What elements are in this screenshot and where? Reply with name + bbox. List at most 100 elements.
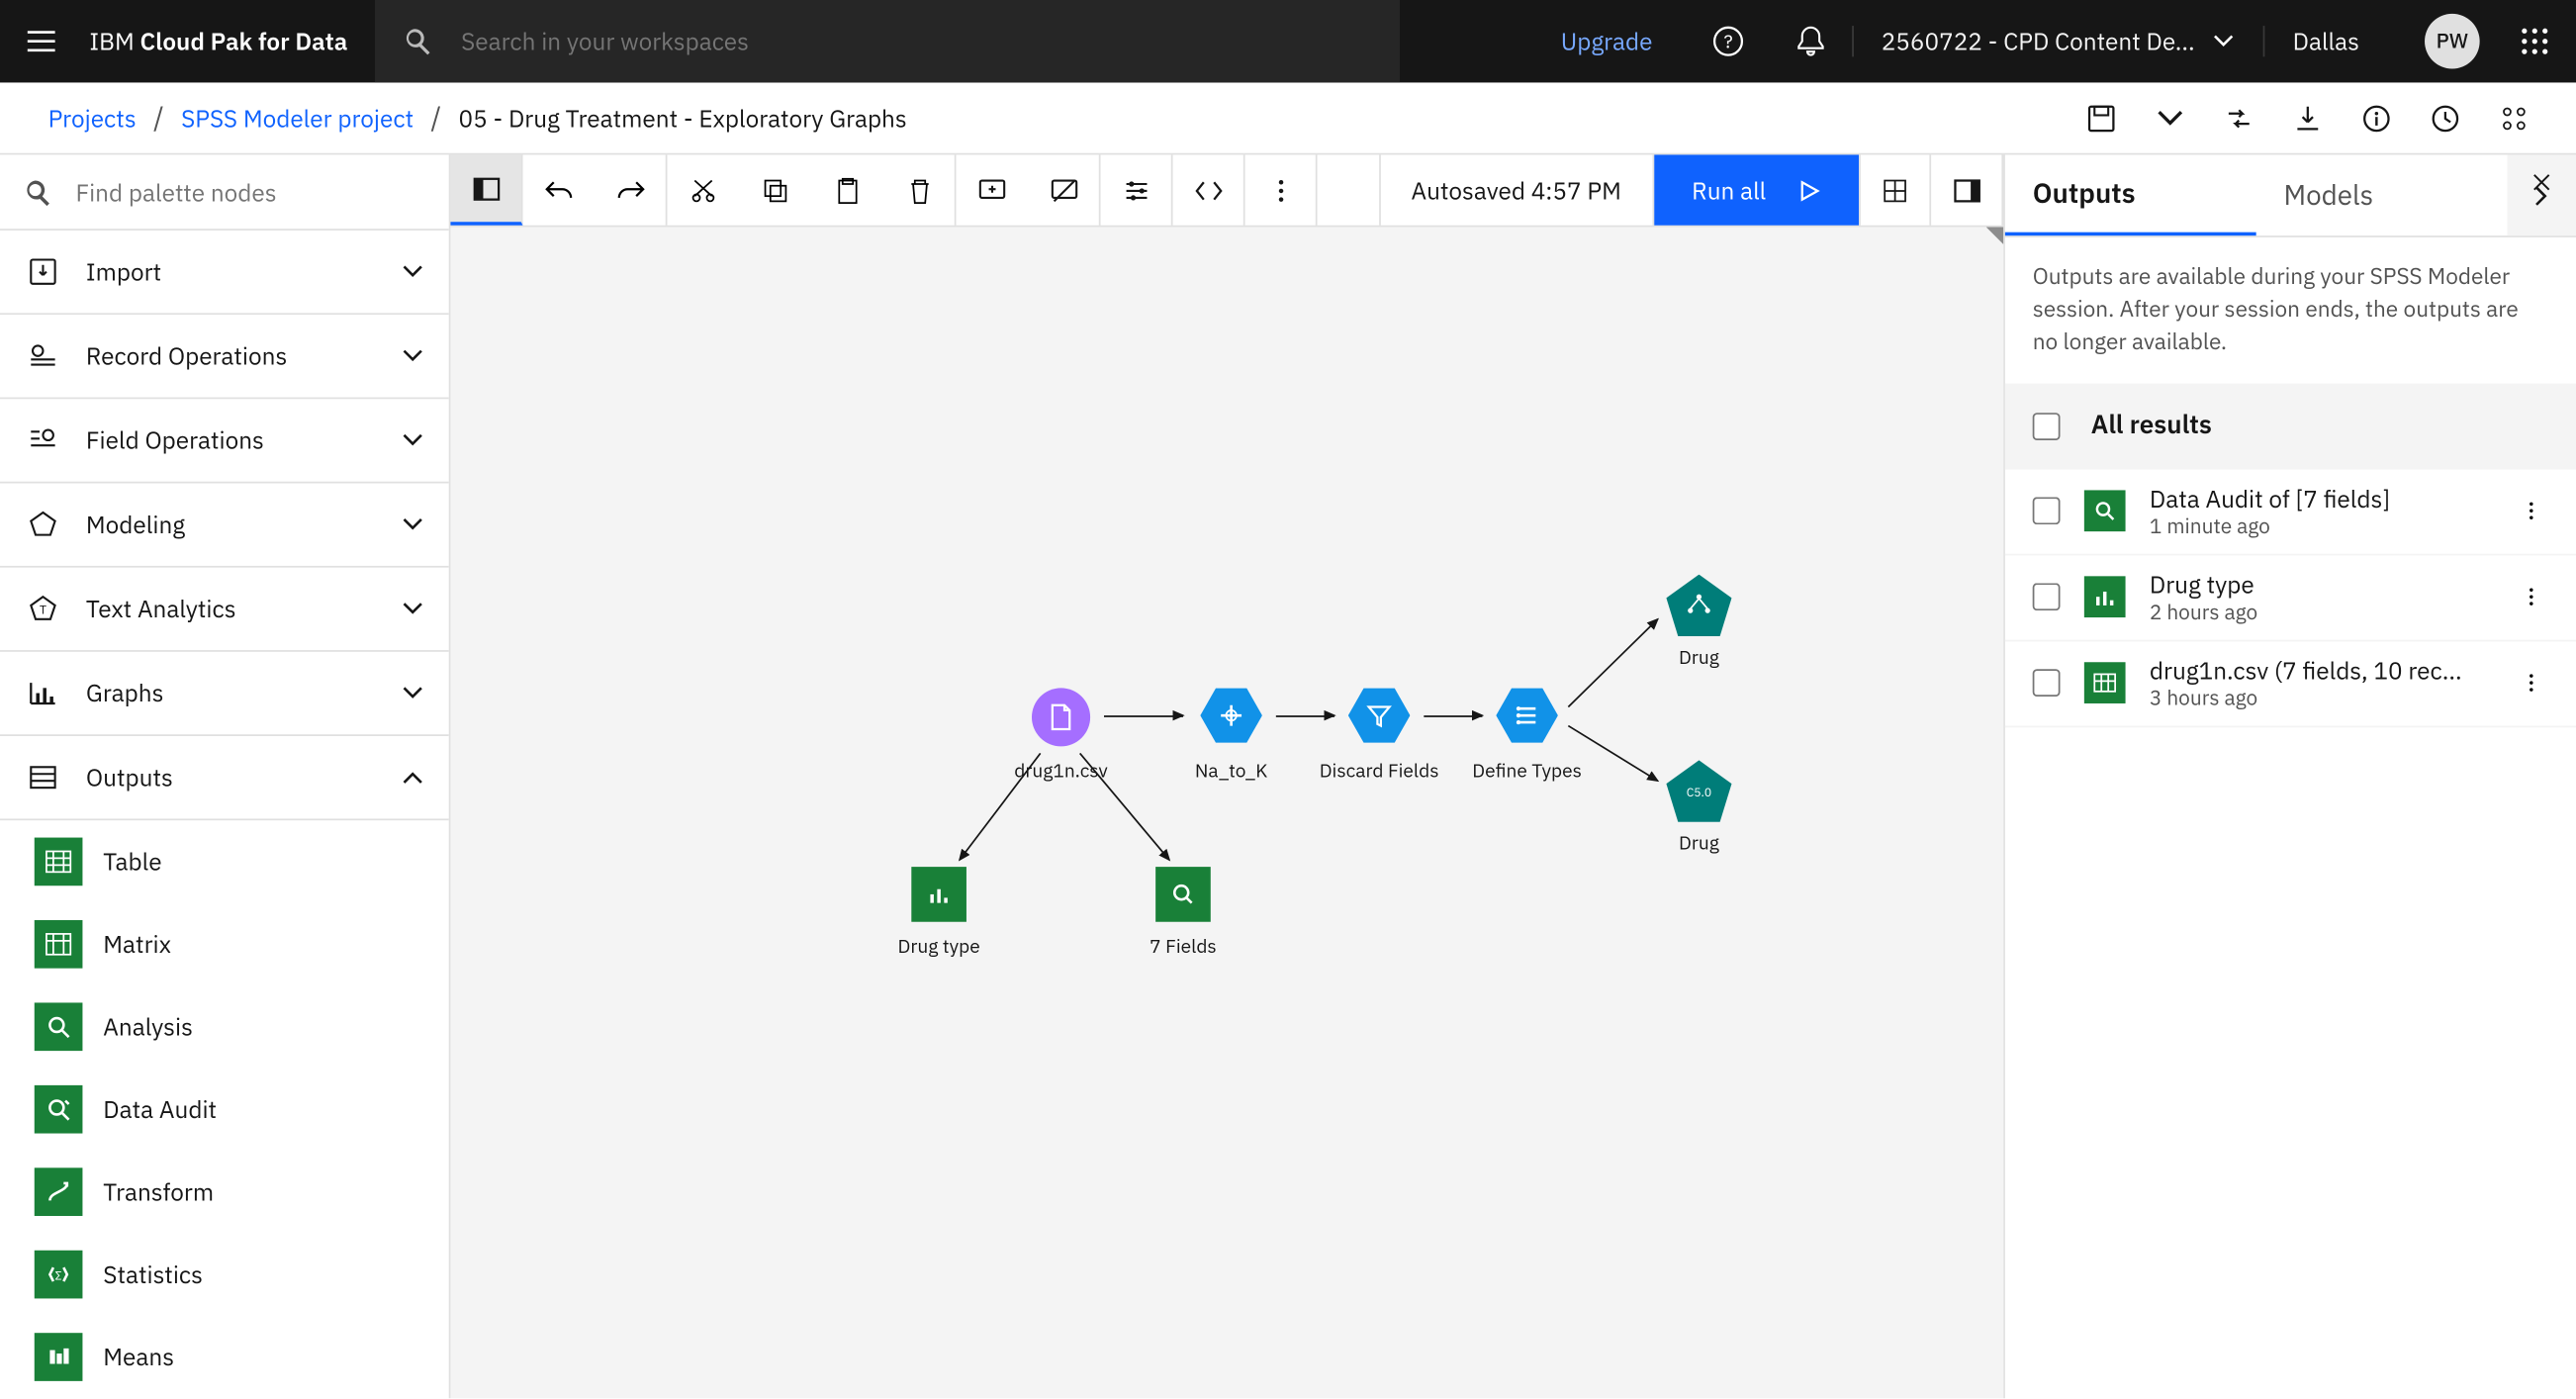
tb-settings[interactable] (1101, 154, 1173, 225)
history-icon (2430, 102, 2460, 133)
tb-comment[interactable] (957, 154, 1029, 225)
node-output-7fields[interactable] (1155, 867, 1211, 922)
derive-icon (1216, 700, 1246, 730)
outputs-note: Outputs are available during your SPSS M… (2005, 237, 2576, 383)
cat-label: Field Operations (86, 424, 401, 455)
output-kebab[interactable] (2514, 499, 2548, 522)
palette-item-transform[interactable]: Transform (0, 1151, 449, 1233)
run-all-button[interactable]: Run all (1654, 154, 1859, 225)
tb-palette-toggle[interactable] (450, 154, 522, 225)
tb-overflow[interactable] (1245, 154, 1318, 225)
close-panel-button[interactable] (2521, 161, 2562, 203)
output-checkbox[interactable] (2033, 583, 2061, 610)
region-selector[interactable]: Dallas (2263, 26, 2404, 56)
action-history[interactable] (2411, 83, 2480, 152)
output-item[interactable]: drug1n.csv (7 fields, 10 rec... 3 hours … (2005, 641, 2576, 727)
canvas-toolbar: Autosaved 4:57 PM Run all (450, 154, 2003, 227)
help-icon: ? (1711, 24, 1746, 58)
tb-cut[interactable] (667, 154, 739, 225)
action-settings[interactable] (2480, 83, 2549, 152)
palette-cat-record[interactable]: Record Operations (0, 315, 449, 399)
kebab-icon (2520, 585, 2543, 608)
output-kebab[interactable] (2514, 671, 2548, 695)
palette-cat-import[interactable]: Import (0, 231, 449, 315)
palette-item-means[interactable]: Means (0, 1316, 449, 1398)
kebab-icon (1265, 174, 1296, 205)
tb-hide-comments[interactable] (1029, 154, 1101, 225)
trash-icon (903, 174, 934, 205)
tb-redo[interactable] (595, 154, 667, 225)
tb-grid[interactable] (1859, 154, 1931, 225)
palette-item-matrix[interactable]: Matrix (0, 903, 449, 985)
action-convert[interactable] (2205, 83, 2274, 152)
tab-models[interactable]: Models (2256, 154, 2508, 235)
chart-icon (2093, 585, 2117, 608)
crumb-current: 05 - Drug Treatment - Exploratory Graphs (459, 102, 907, 133)
transform-icon (45, 1178, 72, 1206)
canvas-resize-handle[interactable] (1986, 227, 2003, 243)
flow-canvas[interactable]: drug1n.csv Na_to_K Discard Fields Define… (450, 227, 2003, 1399)
node-type[interactable] (1496, 685, 1558, 747)
node-filter[interactable] (1348, 685, 1411, 747)
tb-paste[interactable] (811, 154, 883, 225)
crumb-project[interactable]: SPSS Modeler project (181, 102, 414, 133)
palette-cat-outputs[interactable]: Outputs (0, 736, 449, 820)
paste-icon (832, 174, 863, 205)
help-button[interactable]: ? (1687, 0, 1769, 82)
node-model-1[interactable] (1666, 575, 1731, 637)
tb-undo[interactable] (522, 154, 595, 225)
palette-search[interactable] (0, 154, 449, 230)
copy-icon (760, 174, 790, 205)
output-kebab[interactable] (2514, 585, 2548, 608)
tb-copy[interactable] (739, 154, 811, 225)
palette-search-input[interactable] (75, 176, 424, 207)
output-checkbox[interactable] (2033, 669, 2061, 697)
palette-item-table[interactable]: Table (0, 820, 449, 902)
palette-cat-field[interactable]: Field Operations (0, 399, 449, 483)
upgrade-link[interactable]: Upgrade (1526, 26, 1687, 56)
action-save[interactable] (2067, 83, 2136, 152)
account-selector[interactable]: 2560722 - CPD Content De... (1852, 26, 2263, 56)
palette-item-audit[interactable]: Data Audit (0, 1068, 449, 1150)
action-info[interactable] (2343, 83, 2412, 152)
palette-cat-text[interactable]: T Text Analytics (0, 568, 449, 652)
output-item[interactable]: Drug type 2 hours ago (2005, 555, 2576, 641)
node-model-2[interactable]: C5.0 (1666, 760, 1731, 822)
notifications-button[interactable] (1770, 0, 1852, 82)
tb-delete[interactable] (883, 154, 956, 225)
output-checkbox[interactable] (2033, 497, 2061, 524)
palette-cat-graphs[interactable]: Graphs (0, 652, 449, 736)
palette-cat-modeling[interactable]: Modeling (0, 483, 449, 567)
global-search[interactable] (375, 0, 1400, 82)
crumb-projects[interactable]: Projects (48, 102, 137, 133)
connector (1276, 715, 1334, 717)
tab-outputs[interactable]: Outputs (2005, 154, 2256, 235)
svg-text:C5.0: C5.0 (1687, 786, 1711, 800)
item-label: Matrix (103, 929, 171, 960)
action-download[interactable] (2273, 83, 2343, 152)
palette-item-analysis[interactable]: Analysis (0, 985, 449, 1068)
node-source[interactable] (1032, 688, 1090, 746)
grid-icon (1880, 174, 1910, 205)
brand: IBM Cloud Pak for Data (82, 26, 375, 56)
select-all-checkbox[interactable] (2033, 412, 2061, 439)
output-item[interactable]: Data Audit of [7 fields] 1 minute ago (2005, 469, 2576, 555)
tb-code[interactable] (1173, 154, 1245, 225)
node-output-drugtype[interactable] (911, 867, 966, 922)
global-search-input[interactable] (461, 26, 1372, 56)
cat-label: Modeling (86, 510, 401, 540)
svg-text:?: ? (1723, 30, 1732, 54)
node-derive[interactable] (1200, 685, 1262, 747)
palette-item-statistics[interactable]: Σ Statistics (0, 1233, 449, 1315)
chevron-down-icon (401, 344, 424, 368)
user-avatar[interactable]: PW (2425, 14, 2480, 69)
hamburger-menu[interactable] (0, 0, 82, 82)
tb-outputs-toggle[interactable] (1931, 154, 2003, 225)
node-label: Na_to_K (1195, 760, 1268, 784)
app-switcher[interactable] (2494, 0, 2576, 82)
node-label: Drug type (898, 936, 980, 960)
chevron-down-icon (401, 259, 424, 283)
search-icon (24, 178, 51, 206)
brand-prefix: IBM (89, 26, 139, 56)
action-save-dropdown[interactable] (2136, 83, 2205, 152)
